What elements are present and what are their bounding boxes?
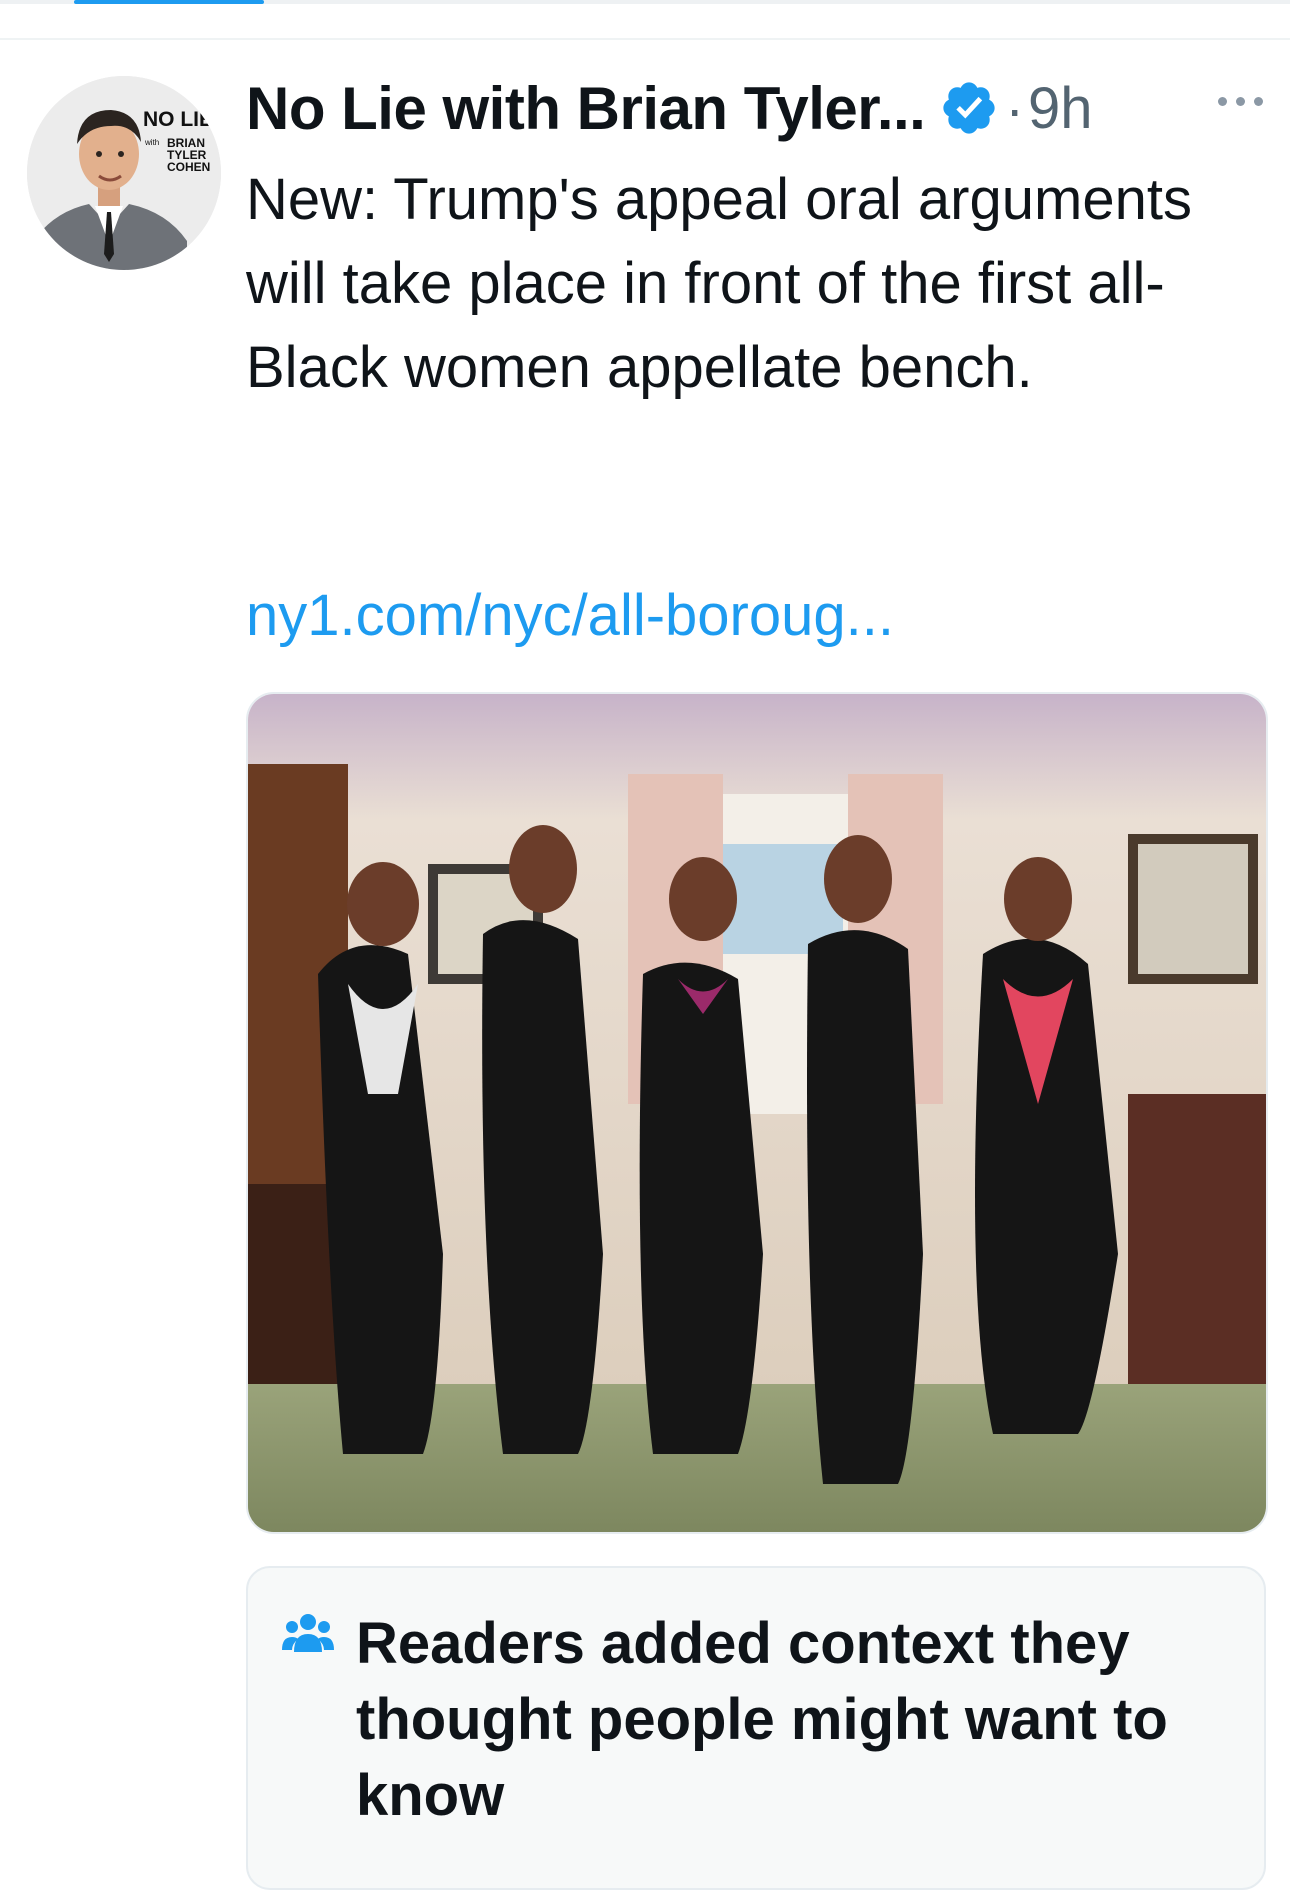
verified-badge-icon [939,78,999,138]
tweet-link[interactable]: ny1.com/nyc/all-boroug... [246,582,894,649]
avatar-logo-no-lie: NO LIE [143,108,213,131]
tweet-photo[interactable] [246,692,1268,1534]
active-tab-indicator [74,0,264,4]
tweet-header: No Lie with Brian Tyler... · 9h [246,68,1266,148]
dot-separator: · [1005,76,1024,140]
author-name[interactable]: No Lie with Brian Tyler... [246,74,926,143]
community-note[interactable]: Readers added context they thought peopl… [246,1566,1266,1890]
avatar-logo-with: with [144,138,159,147]
top-tab-bar [0,0,1290,4]
divider [0,38,1290,40]
author-avatar[interactable]: NO LIE with BRIAN TYLER COHEN [27,76,221,270]
more-options-icon[interactable] [1218,92,1266,108]
timestamp[interactable]: 9h [1028,75,1093,142]
community-note-title: Readers added context they thought peopl… [356,1611,1168,1828]
readers-group-icon [282,1612,334,1656]
avatar-logo-cohen: COHEN [167,160,210,174]
tweet-text: New: Trump's appeal oral arguments will … [246,167,1192,400]
